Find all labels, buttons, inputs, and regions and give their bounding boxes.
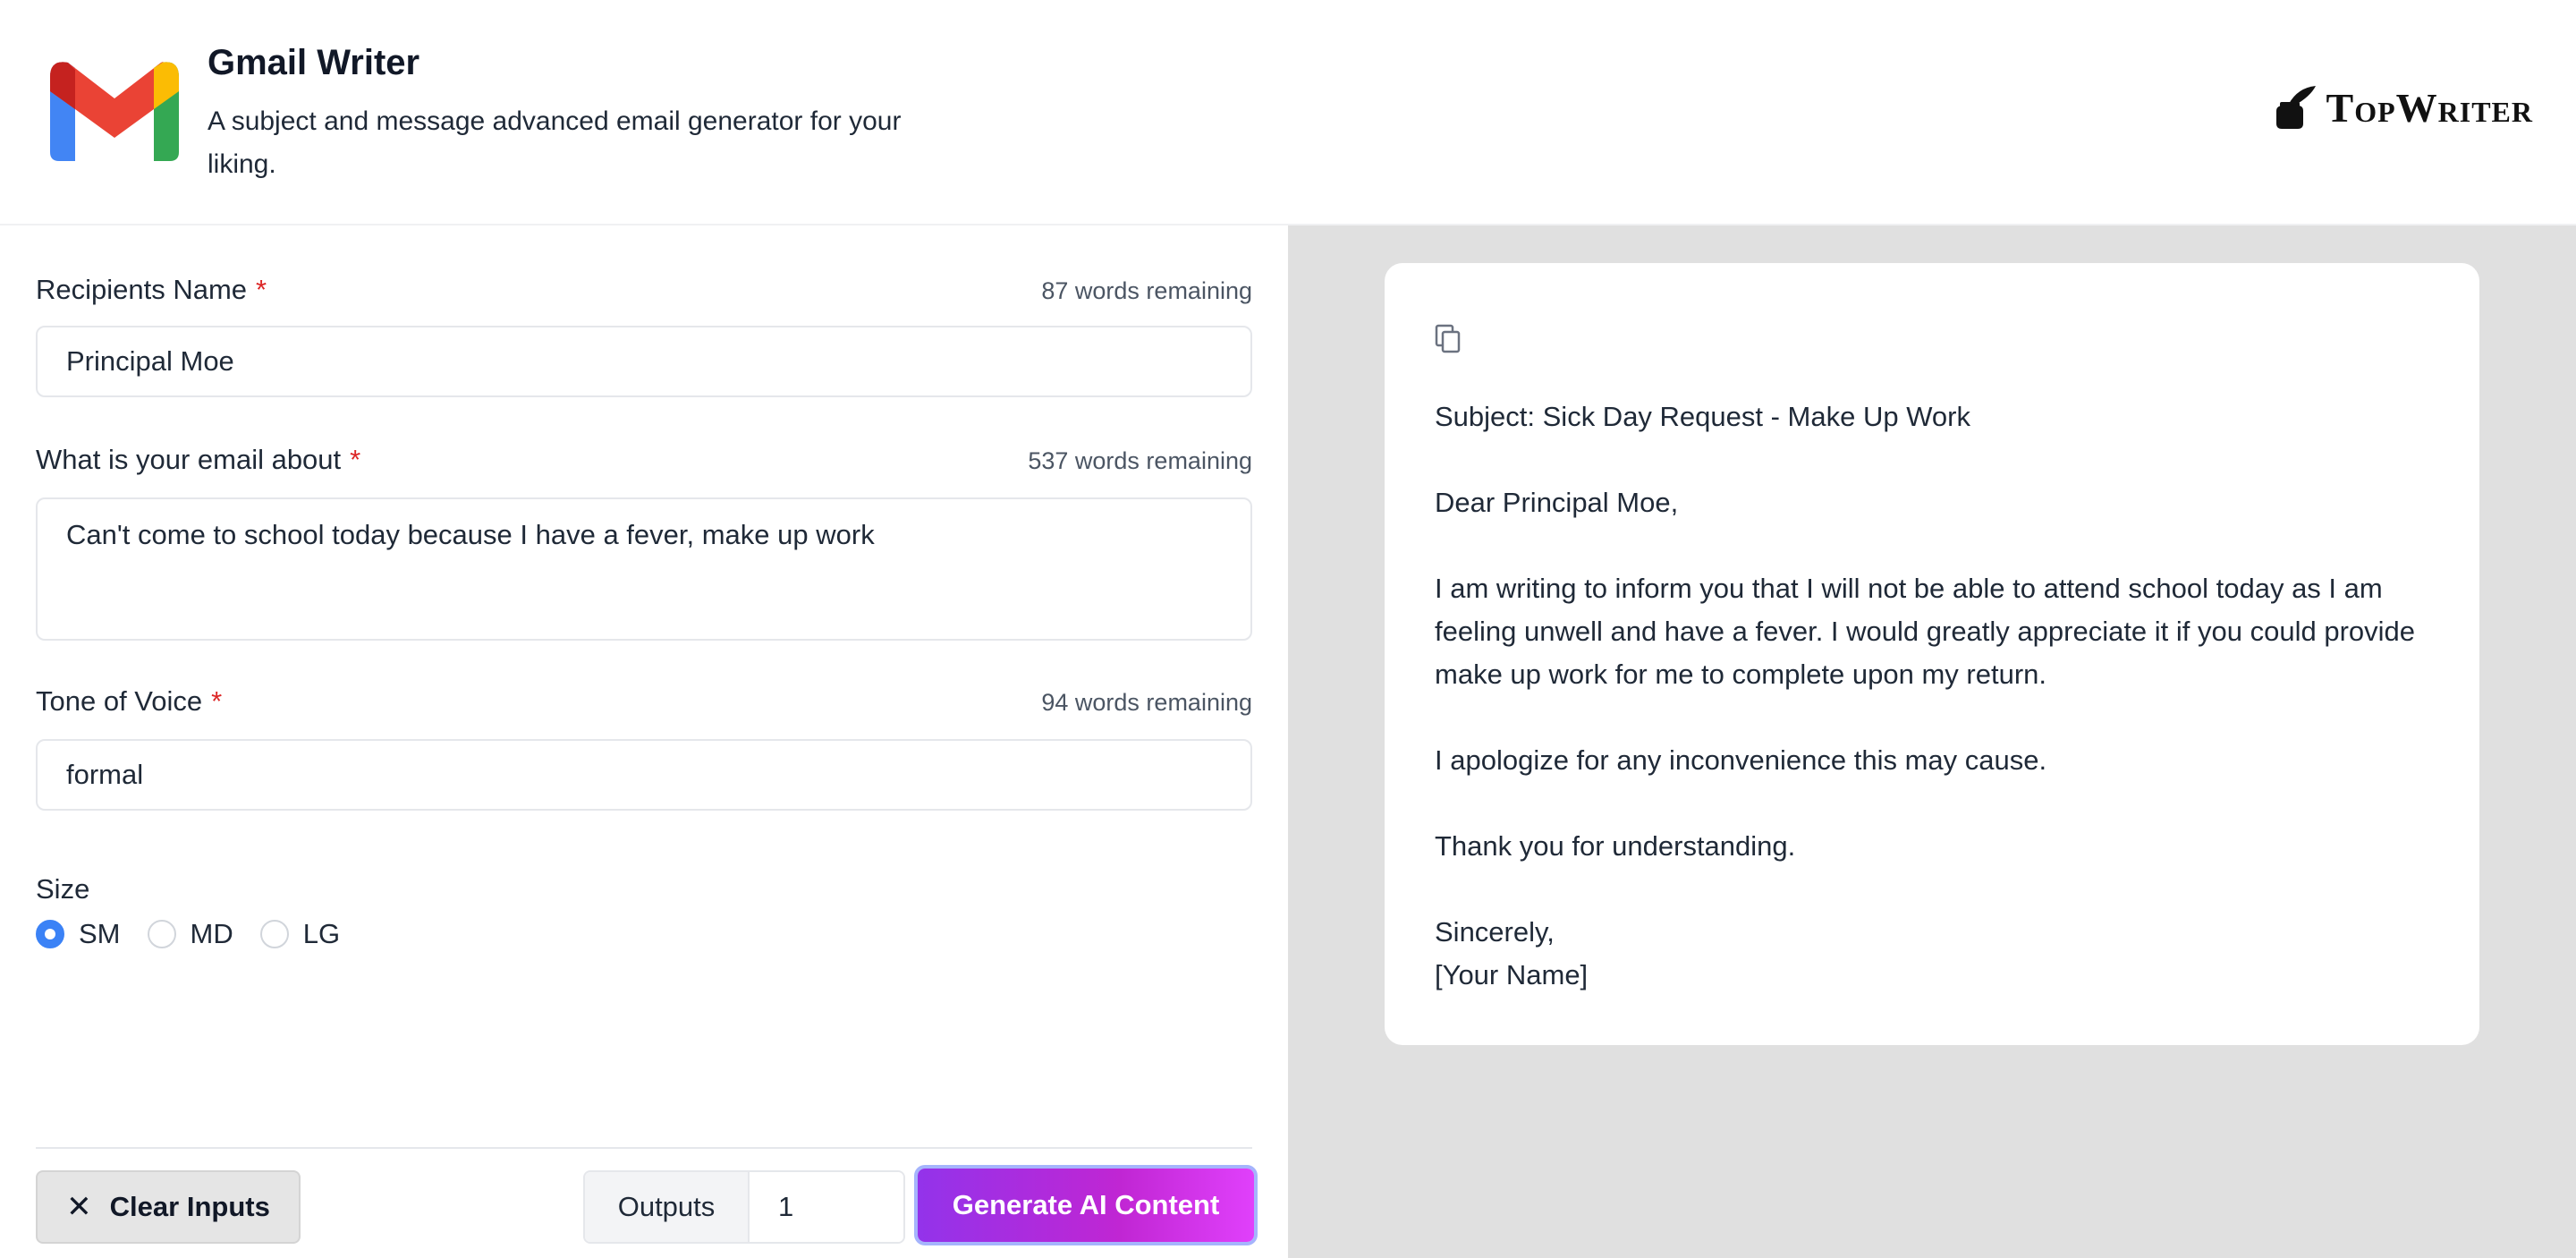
generate-ai-content-button[interactable]: Generate AI Content [918,1169,1254,1242]
email-about-textarea[interactable]: Can't come to school today because I hav… [36,497,1252,641]
generated-email-card: Subject: Sick Day Request - Make Up Work… [1385,263,2479,1045]
email-signature: [Your Name] [1435,959,1589,990]
generated-email-text: Subject: Sick Day Request - Make Up Work… [1435,395,2436,997]
size-radio-group: SM MD LG [36,918,367,950]
size-radio-md[interactable]: MD [147,918,233,950]
tone-of-voice-input[interactable]: formal [36,739,1252,811]
recipient-words-remaining: 87 words remaining [1041,277,1252,304]
radio-indicator [259,920,289,948]
size-radio-sm[interactable]: SM [36,918,121,950]
gmail-logo-icon [50,61,179,161]
outputs-stepper: Outputs 1 [583,1170,905,1244]
radio-indicator [147,920,176,948]
email-closing: Sincerely, [1435,916,1555,948]
email-body-paragraph: I am writing to inform you that I will n… [1435,573,2416,690]
footer-divider [36,1147,1252,1149]
about-words-remaining: 537 words remaining [1028,447,1252,474]
brand-logo[interactable]: TopWriter [2271,79,2533,136]
app-header: Gmail Writer A subject and message advan… [0,0,2576,225]
tone-words-remaining: 94 words remaining [1041,689,1252,716]
required-marker: * [350,444,361,475]
brand-name: TopWriter [2326,84,2533,131]
close-icon: ✕ [66,1190,92,1224]
tone-label: Tone of Voice * [36,685,223,717]
tone-label-row: Tone of Voice * 94 words remaining [36,685,1252,718]
clear-inputs-button[interactable]: ✕ Clear Inputs [36,1170,301,1244]
email-subject: Subject: Sick Day Request - Make Up Work [1435,401,1970,432]
email-body-paragraph: I apologize for any inconvenience this m… [1435,744,2047,776]
about-label-row: What is your email about * 537 words rema… [36,444,1252,476]
size-label: Size [36,873,90,905]
required-marker: * [256,274,267,305]
outputs-count-input[interactable]: 1 [750,1172,903,1242]
radio-selected-indicator [36,920,64,948]
email-body-paragraph: Thank you for understanding. [1435,830,1796,862]
app-description: A subject and message advanced email gen… [208,106,902,179]
size-radio-lg[interactable]: LG [259,918,340,950]
required-marker: * [211,685,223,717]
email-greeting: Dear Principal Moe, [1435,487,1679,518]
recipient-name-input[interactable]: Principal Moe [36,326,1252,397]
about-label: What is your email about * [36,444,361,475]
recipient-label: Recipients Name * [36,274,267,305]
recipient-label-row: Recipients Name * 87 words remaining [36,274,1252,306]
app-title: Gmail Writer [208,43,420,82]
outputs-label: Outputs [585,1172,750,1242]
copy-icon[interactable] [1435,324,1462,354]
inkwell-quill-icon [2275,86,2316,129]
